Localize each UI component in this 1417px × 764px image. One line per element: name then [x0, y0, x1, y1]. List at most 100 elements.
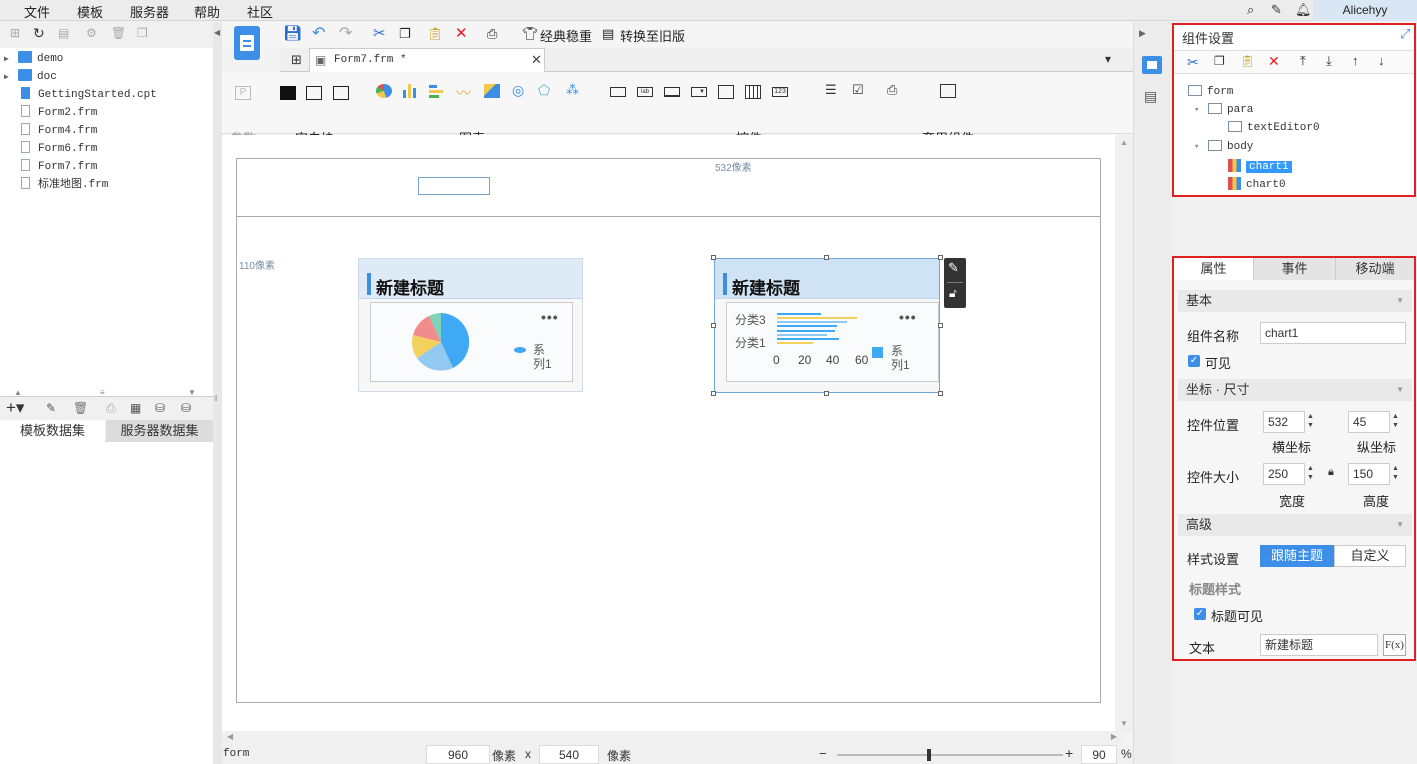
convert-old-button[interactable]: 转换至旧版: [620, 26, 685, 45]
lock-icon[interactable]: 🔒︎: [1328, 466, 1334, 479]
collapse-arrow-icon[interactable]: ▾: [1194, 103, 1199, 118]
resize-handle[interactable]: [824, 391, 829, 396]
tree-file[interactable]: Form6.frm: [4, 140, 97, 158]
move-top-icon[interactable]: ⤒: [1300, 53, 1306, 69]
menu-template[interactable]: 模板: [77, 2, 103, 21]
query-icon[interactable]: ⎙: [887, 82, 897, 98]
add-dataset-icon[interactable]: +▾: [6, 398, 24, 418]
expand-icon[interactable]: ▶: [1139, 28, 1146, 39]
resize-handle[interactable]: [938, 255, 943, 260]
search-icon[interactable]: ⌕: [1247, 2, 1254, 18]
line-chart-icon[interactable]: 〰: [456, 82, 471, 103]
position-x-spinner[interactable]: ▲ ▼: [1305, 412, 1316, 432]
preview-dataset-icon[interactable]: ⎙: [106, 401, 116, 416]
menu-file[interactable]: 文件: [24, 2, 50, 21]
expand-arrow-icon[interactable]: ▶: [4, 69, 18, 87]
title-text-input[interactable]: 新建标题: [1260, 634, 1378, 656]
undo-icon[interactable]: ↶: [312, 23, 325, 43]
param-icon[interactable]: P: [235, 86, 251, 100]
tree-node-chart1[interactable]: chart1: [1228, 159, 1292, 175]
grid-block-icon[interactable]: [333, 86, 349, 100]
tree-node-para[interactable]: ▾ para: [1194, 103, 1253, 118]
title-visible-checkbox[interactable]: ✓: [1194, 608, 1206, 620]
resize-handle[interactable]: [711, 255, 716, 260]
text-editor-widget[interactable]: [418, 177, 490, 195]
tree-file[interactable]: GettingStarted.cpt: [4, 86, 157, 104]
layout-icon[interactable]: ▤: [1144, 88, 1157, 105]
tree-node-chart0[interactable]: chart0: [1228, 177, 1286, 193]
component-name-input[interactable]: chart1: [1260, 322, 1406, 344]
position-y-input[interactable]: 45: [1348, 411, 1390, 433]
more-icon[interactable]: •••: [541, 309, 559, 325]
left-splitter[interactable]: ◀ ‖: [213, 22, 222, 764]
paste-icon[interactable]: 📋︎: [1240, 54, 1255, 68]
blank-block-icon[interactable]: [280, 86, 296, 100]
edit-doc-icon[interactable]: ✎: [1271, 2, 1282, 18]
vertical-scrollbar[interactable]: ▲ ▼: [1115, 135, 1133, 731]
server-database-icon[interactable]: ⛁: [181, 401, 191, 415]
resize-handle[interactable]: [711, 391, 716, 396]
collapse-left-icon[interactable]: ◀: [214, 28, 220, 37]
delete-icon[interactable]: 🗑︎: [111, 26, 126, 40]
zoom-slider-thumb[interactable]: [927, 749, 931, 761]
pin-icon[interactable]: ⤢: [1400, 26, 1410, 42]
tab-events[interactable]: 事件: [1254, 258, 1336, 280]
text-input-icon[interactable]: [610, 87, 626, 97]
split-block-icon[interactable]: [306, 86, 322, 100]
tab-template-dataset[interactable]: 模板数据集: [0, 420, 105, 442]
template-component-icon[interactable]: [940, 84, 956, 98]
tab-form7[interactable]: ▣ Form7.frm * ✕: [309, 48, 545, 72]
collapse-arrow-icon[interactable]: ▾: [1194, 140, 1199, 155]
tree-file[interactable]: 标准地图.frm: [4, 176, 108, 194]
chart0-widget[interactable]: 新建标题 ••• 系列1: [358, 258, 583, 392]
menu-help[interactable]: 帮助: [194, 2, 220, 21]
tab-server-dataset[interactable]: 服务器数据集: [106, 420, 213, 442]
tree-folder[interactable]: ▶ demo: [4, 50, 63, 68]
style-follow-theme-button[interactable]: 跟随主题: [1260, 545, 1334, 567]
tab-mobile[interactable]: 移动端: [1336, 258, 1414, 280]
component-settings-icon[interactable]: [1142, 56, 1162, 74]
resize-handle[interactable]: [824, 255, 829, 260]
tree-file[interactable]: Form4.frm: [4, 122, 97, 140]
zoom-input[interactable]: 90: [1081, 745, 1117, 764]
style-custom-button[interactable]: 自定义: [1334, 545, 1406, 567]
splitter-grip-icon[interactable]: ‖: [214, 394, 217, 403]
cut-icon[interactable]: ✂: [373, 24, 386, 42]
resize-handle[interactable]: [938, 323, 943, 328]
expand-arrow-icon[interactable]: ▶: [4, 51, 18, 69]
tab-properties[interactable]: 属性: [1174, 258, 1254, 280]
menu-community[interactable]: 社区: [247, 2, 273, 21]
tree-node-texteditor0[interactable]: textEditor0: [1228, 121, 1320, 136]
open-icon[interactable]: ▤: [58, 26, 69, 40]
canvas-height-input[interactable]: 540: [539, 745, 599, 764]
button-icon[interactable]: [664, 87, 680, 97]
grid-icon[interactable]: ⊞: [291, 52, 302, 68]
cut-icon[interactable]: ✂: [1187, 54, 1199, 71]
unlock-icon[interactable]: 🔓︎: [949, 286, 957, 301]
move-up-icon[interactable]: ↑: [1352, 53, 1359, 68]
width-spinner[interactable]: ▲ ▼: [1305, 464, 1316, 484]
calendar-icon[interactable]: [745, 85, 761, 99]
new-folder-icon[interactable]: ⊞: [10, 26, 20, 40]
redo-icon[interactable]: ↷: [339, 23, 352, 43]
more-icon[interactable]: •••: [899, 309, 917, 325]
formula-button[interactable]: F(x): [1383, 634, 1406, 656]
delete-icon[interactable]: ✕: [1268, 53, 1280, 70]
preview-icon[interactable]: ⎙: [487, 26, 497, 42]
gauge-chart-icon[interactable]: ◎: [512, 82, 524, 99]
chart1-widget[interactable]: 新建标题 分类3 分类1 0 20 40 60 ••• 系列1: [714, 258, 940, 393]
hbar-chart-icon[interactable]: [429, 84, 445, 98]
pie-chart-icon[interactable]: [376, 84, 392, 98]
zoom-in-button[interactable]: +: [1065, 745, 1073, 761]
checkbox-group-icon[interactable]: ☑: [852, 82, 864, 98]
scatter-chart-icon[interactable]: ⁂: [566, 82, 579, 98]
copy-icon[interactable]: ❐: [399, 26, 411, 42]
save-icon[interactable]: 💾︎: [283, 24, 302, 42]
combo-box-icon[interactable]: ▼: [691, 87, 707, 97]
design-canvas[interactable]: 532像素 110像素 新建标题 ••• 系列1 新建标题 分类3 分类1 0 …: [222, 135, 1122, 731]
edit-dataset-icon[interactable]: ✎: [46, 401, 56, 415]
tree-file[interactable]: Form7.frm: [4, 158, 97, 176]
classic-theme-button[interactable]: 经典稳重: [540, 26, 592, 45]
section-advanced[interactable]: 高级 ▼: [1178, 514, 1412, 536]
resize-handle[interactable]: [938, 391, 943, 396]
